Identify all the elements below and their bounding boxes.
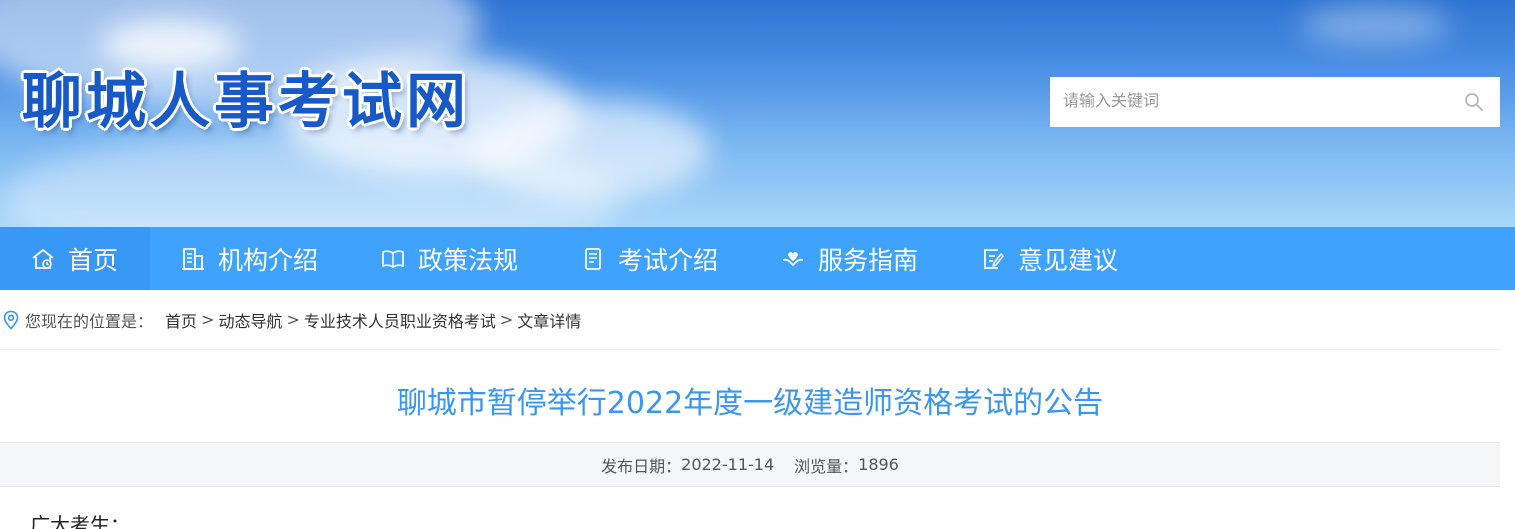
nav-label: 考试介绍	[618, 245, 719, 275]
document-icon	[585, 247, 601, 270]
home-icon	[32, 248, 54, 269]
breadcrumb-lead: 您现在的位置是：	[25, 311, 154, 331]
main-nav: 首页 机构介绍 政策法规 考试介绍 服务指南 意见建议	[0, 227, 1515, 290]
building-icon	[182, 247, 204, 270]
heart-hand-icon	[782, 251, 804, 266]
date-label: 发布日期：	[601, 456, 682, 476]
search-icon[interactable]	[1464, 92, 1484, 112]
publish-date: 2022-11-14	[681, 455, 775, 474]
cloud-decoration	[1300, 5, 1450, 45]
views-label: 浏览量：	[794, 456, 859, 476]
breadcrumb-separator: >	[201, 310, 215, 329]
header-banner: 聊城人事考试网	[0, 0, 1515, 227]
breadcrumb-separator: >	[499, 310, 514, 329]
site-logo-title[interactable]: 聊城人事考试网	[22, 64, 470, 140]
breadcrumb-category[interactable]: 专业技术人员职业资格考试	[304, 308, 496, 332]
nav-item-service-guide[interactable]: 服务指南	[750, 227, 950, 290]
breadcrumb-separator: >	[286, 310, 300, 329]
nav-label: 意见建议	[1018, 245, 1119, 275]
article-meta: 发布日期： 2022-11-14 浏览量： 1896	[0, 442, 1500, 487]
nav-item-institution[interactable]: 机构介绍	[150, 227, 350, 290]
article-title: 聊城市暂停举行2022年度一级建造师资格考试的公告	[396, 386, 1104, 421]
cloud-decoration	[470, 100, 710, 200]
view-count: 1896	[858, 455, 899, 474]
breadcrumb: 您现在的位置是： 首页 > 动态导航 > 专业技术人员职业资格考试 > 文章详情	[0, 290, 1500, 350]
breadcrumb-current[interactable]: 文章详情	[517, 308, 581, 332]
nav-label: 首页	[68, 245, 119, 275]
nav-label: 服务指南	[818, 245, 919, 275]
breadcrumb-home[interactable]: 首页	[165, 308, 197, 332]
nav-item-feedback[interactable]: 意见建议	[950, 227, 1150, 290]
nav-item-home[interactable]: 首页	[0, 227, 150, 290]
nav-item-exam-intro[interactable]: 考试介绍	[550, 227, 750, 290]
book-icon	[382, 249, 404, 268]
cloud-decoration	[100, 20, 240, 70]
location-pin-icon	[3, 310, 19, 330]
nav-item-policy[interactable]: 政策法规	[350, 227, 550, 290]
search-box	[1050, 77, 1500, 127]
search-input[interactable]	[1050, 77, 1450, 127]
nav-label: 机构介绍	[218, 245, 319, 275]
breadcrumb-news[interactable]: 动态导航	[218, 308, 282, 332]
edit-icon	[984, 248, 1004, 269]
nav-label: 政策法规	[418, 245, 519, 275]
